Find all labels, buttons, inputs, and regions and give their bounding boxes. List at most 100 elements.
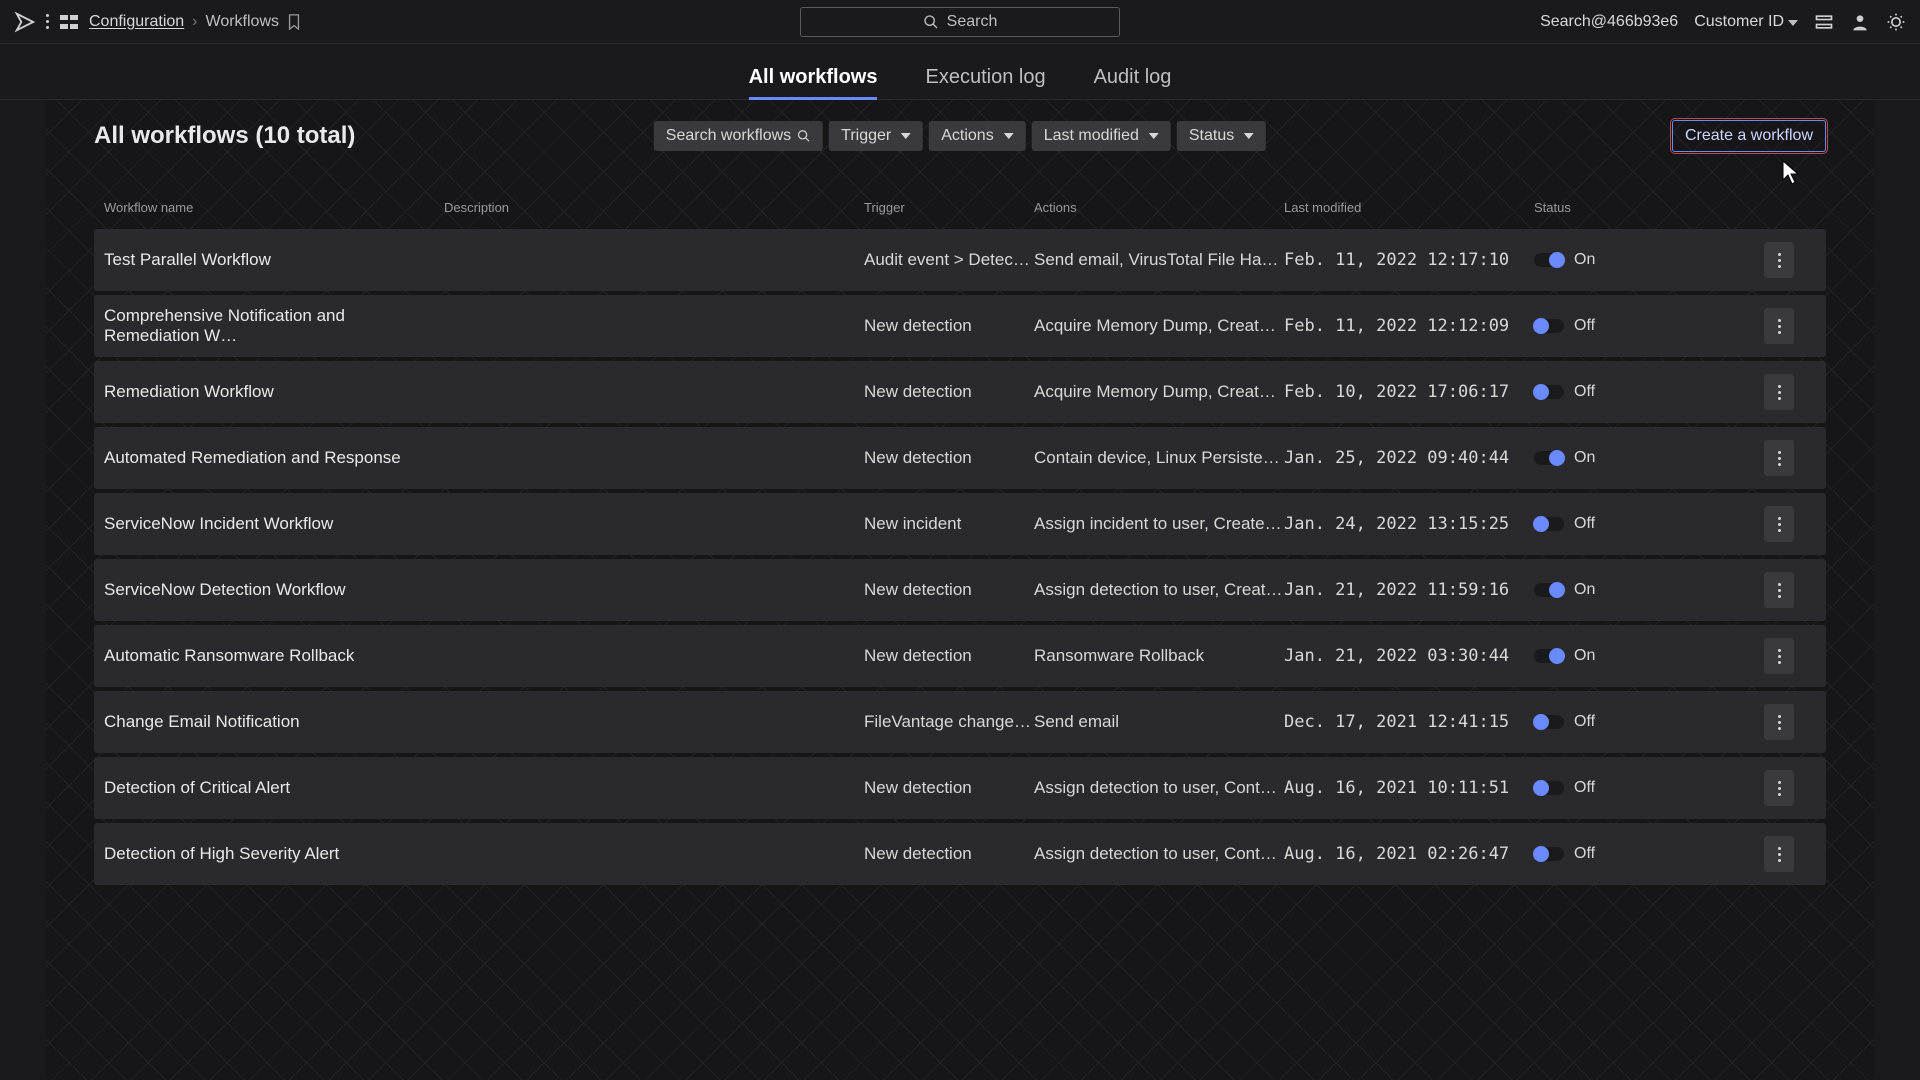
status-toggle[interactable] <box>1534 715 1564 729</box>
table-row[interactable]: Detection of High Severity Alert New dete… <box>94 823 1826 885</box>
workflow-trigger: FileVantage change >… <box>864 712 1034 732</box>
workflow-trigger: New detection <box>864 382 1034 402</box>
trigger-filter[interactable]: Trigger <box>829 121 923 151</box>
actions-filter[interactable]: Actions <box>929 121 1025 151</box>
status-label: Off <box>1574 515 1595 533</box>
activity-icon[interactable] <box>1814 12 1834 32</box>
search-icon <box>923 14 939 30</box>
customer-id-dropdown[interactable]: Customer ID <box>1694 13 1798 31</box>
table-row[interactable]: Test Parallel Workflow Audit event > Dete… <box>94 229 1826 291</box>
row-menu-button[interactable] <box>1764 308 1794 344</box>
chevron-down-icon <box>901 133 911 139</box>
workflow-trigger: New incident <box>864 514 1034 534</box>
status-toggle[interactable] <box>1534 649 1564 663</box>
row-menu-button[interactable] <box>1764 770 1794 806</box>
chevron-down-icon <box>1149 133 1159 139</box>
row-menu-button[interactable] <box>1764 374 1794 410</box>
workflow-actions: Assign detection to user, Create S… <box>1034 580 1284 600</box>
search-icon <box>797 129 811 143</box>
col-name: Workflow name <box>104 200 444 215</box>
status-toggle[interactable] <box>1534 781 1564 795</box>
status-label: Off <box>1574 713 1595 731</box>
status-toggle[interactable] <box>1534 319 1564 333</box>
workflow-modified: Jan. 21, 2022 11:59:16 <box>1284 580 1534 600</box>
row-menu-button[interactable] <box>1764 704 1794 740</box>
workflow-trigger: New detection <box>864 844 1034 864</box>
chevron-down-icon <box>1004 133 1014 139</box>
workflow-trigger: Audit event > Detecti… <box>864 250 1034 270</box>
table-row[interactable]: Remediation WorkflowNew detectionAcquire… <box>94 361 1826 423</box>
workflow-actions: Contain device, Linux Persistence … <box>1034 448 1284 468</box>
status-label: On <box>1574 647 1595 665</box>
table-row[interactable]: Automatic Ransomware Rollback New detecti… <box>94 625 1826 687</box>
table-row[interactable]: Automated Remediation and Response New de… <box>94 427 1826 489</box>
workflow-actions: Send email, VirusTotal File Hash L… <box>1034 250 1284 270</box>
tab-execution-log[interactable]: Execution log <box>925 66 1045 99</box>
workflow-actions: Assign detection to user, Contain d… <box>1034 844 1284 864</box>
row-menu-button[interactable] <box>1764 572 1794 608</box>
workflow-name: Test Parallel Workflow <box>104 250 444 270</box>
status-label: Off <box>1574 845 1595 863</box>
status-label: Off <box>1574 779 1595 797</box>
table-header: Workflow name Description Trigger Action… <box>94 196 1826 229</box>
col-trigger: Trigger <box>864 200 1034 215</box>
theme-toggle-icon[interactable] <box>1886 12 1906 32</box>
workflow-modified: Jan. 21, 2022 03:30:44 <box>1284 646 1534 666</box>
page-title: All workflows (10 total) <box>94 122 355 150</box>
workflow-trigger: New detection <box>864 448 1034 468</box>
workflow-trigger: New detection <box>864 646 1034 666</box>
status-toggle[interactable] <box>1534 253 1564 267</box>
breadcrumb-current: Workflows <box>206 13 280 31</box>
tab-audit-log[interactable]: Audit log <box>1094 66 1172 99</box>
workflow-modified: Jan. 24, 2022 13:15:25 <box>1284 514 1534 534</box>
menu-dots-icon[interactable] <box>46 14 49 29</box>
table-row[interactable]: ServiceNow Incident WorkflowNew incident… <box>94 493 1826 555</box>
logo-icon[interactable] <box>14 11 36 33</box>
last-modified-filter[interactable]: Last modified <box>1032 121 1171 151</box>
bookmark-icon[interactable] <box>287 14 301 30</box>
col-last-modified: Last modified <box>1284 200 1534 215</box>
workflow-name: Automated Remediation and Response <box>104 448 444 468</box>
row-menu-button[interactable] <box>1764 638 1794 674</box>
workflow-modified: Feb. 11, 2022 12:17:10 <box>1284 250 1534 270</box>
status-label: Off <box>1574 383 1595 401</box>
table-row[interactable]: Detection of Critical AlertNew detection… <box>94 757 1826 819</box>
workflow-name: Automatic Ransomware Rollback <box>104 646 444 666</box>
workflow-actions: Assign detection to user, Contain d… <box>1034 778 1284 798</box>
status-filter[interactable]: Status <box>1177 121 1266 151</box>
workflow-trigger: New detection <box>864 778 1034 798</box>
app-switcher-icon[interactable] <box>59 12 79 32</box>
table-row[interactable]: ServiceNow Detection WorkflowNew detecti… <box>94 559 1826 621</box>
table-row[interactable]: Change Email NotificationFileVantage cha… <box>94 691 1826 753</box>
workflow-modified: Jan. 25, 2022 09:40:44 <box>1284 448 1534 468</box>
workflow-trigger: New detection <box>864 580 1034 600</box>
search-placeholder: Search <box>947 13 998 31</box>
row-menu-button[interactable] <box>1764 836 1794 872</box>
status-toggle[interactable] <box>1534 385 1564 399</box>
row-menu-button[interactable] <box>1764 242 1794 278</box>
breadcrumb-root[interactable]: Configuration <box>89 13 184 31</box>
workflow-actions: Acquire Memory Dump, Create Ser… <box>1034 316 1284 336</box>
workflow-modified: Dec. 17, 2021 12:41:15 <box>1284 712 1534 732</box>
workflow-name: Detection of High Severity Alert <box>104 844 444 864</box>
search-workflows-filter[interactable]: Search workflows <box>654 121 823 151</box>
status-toggle[interactable] <box>1534 583 1564 597</box>
status-toggle[interactable] <box>1534 451 1564 465</box>
workflow-name: Remediation Workflow <box>104 382 444 402</box>
col-description: Description <box>444 200 864 215</box>
table-row[interactable]: Comprehensive Notification and Remediati… <box>94 295 1826 357</box>
create-workflow-button[interactable]: Create a workflow <box>1672 120 1826 152</box>
status-toggle[interactable] <box>1534 517 1564 531</box>
col-status: Status <box>1534 200 1714 215</box>
global-search[interactable]: Search <box>800 7 1120 37</box>
row-menu-button[interactable] <box>1764 440 1794 476</box>
user-icon[interactable] <box>1850 12 1870 32</box>
status-label: Off <box>1574 317 1595 335</box>
row-menu-button[interactable] <box>1764 506 1794 542</box>
workflow-modified: Aug. 16, 2021 10:11:51 <box>1284 778 1534 798</box>
status-toggle[interactable] <box>1534 847 1564 861</box>
workflow-actions: Send email <box>1034 712 1284 732</box>
tab-all-workflows[interactable]: All workflows <box>749 66 878 99</box>
status-label: On <box>1574 449 1595 467</box>
workflow-actions: Ransomware Rollback <box>1034 646 1284 666</box>
